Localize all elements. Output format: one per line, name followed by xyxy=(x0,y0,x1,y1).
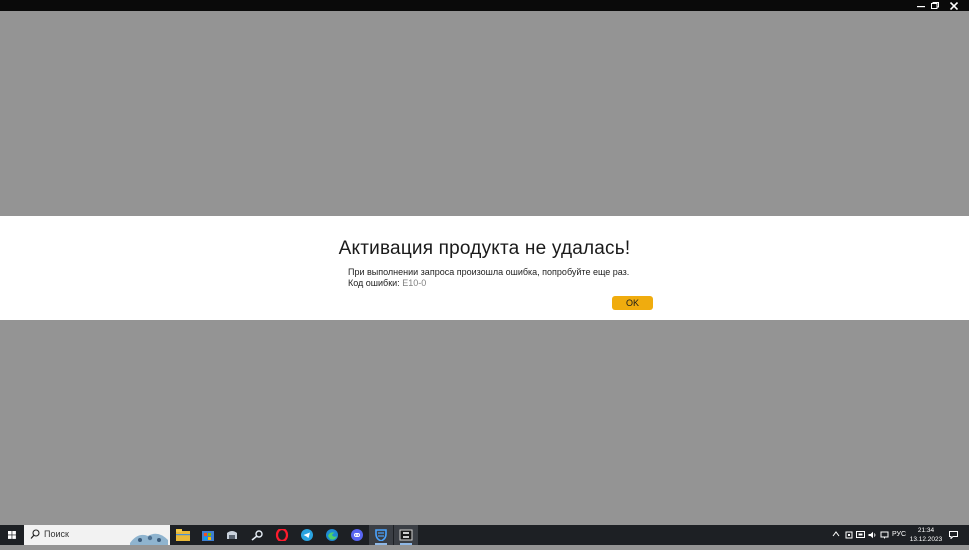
error-code-line: Код ошибки: E10-0 xyxy=(348,278,426,288)
close-icon[interactable] xyxy=(947,0,961,11)
shield-icon[interactable] xyxy=(369,525,393,545)
taskbar: Поиск РУС 21:34 13.12.2023 xyxy=(0,525,969,545)
error-code-label: Код ошибки: xyxy=(348,278,403,288)
opera-icon[interactable] xyxy=(270,525,294,545)
dialog-message: При выполнении запроса произошла ошибка,… xyxy=(348,267,630,277)
start-button[interactable] xyxy=(0,525,24,545)
minimize-icon[interactable] xyxy=(914,0,928,11)
restore-icon[interactable] xyxy=(928,0,942,11)
game-icon[interactable] xyxy=(394,525,418,545)
dialog-title: Активация продукта не удалась! xyxy=(338,238,631,259)
tray-overflow-icon[interactable] xyxy=(830,525,842,545)
network-icon[interactable] xyxy=(879,525,890,545)
search-placeholder: Поиск xyxy=(44,529,69,539)
error-dialog: Активация продукта не удалась! При выпол… xyxy=(0,216,969,320)
search-icon xyxy=(30,529,40,539)
ok-button[interactable]: OK xyxy=(612,296,653,310)
tray-app-icon[interactable] xyxy=(843,525,854,545)
notification-icon[interactable] xyxy=(946,525,960,545)
search-highlight-icon xyxy=(130,533,168,545)
title-bar xyxy=(0,0,969,11)
mail-icon[interactable] xyxy=(220,525,244,545)
clock-date: 13.12.2023 xyxy=(909,536,943,543)
clock-time: 21:34 xyxy=(917,527,935,534)
clock[interactable]: 21:34 13.12.2023 xyxy=(908,526,944,544)
windows-icon xyxy=(8,531,16,539)
tray-network-app-icon[interactable] xyxy=(855,525,866,545)
volume-icon[interactable] xyxy=(867,525,878,545)
edge-icon[interactable] xyxy=(320,525,344,545)
discord-icon[interactable] xyxy=(345,525,369,545)
telegram-icon[interactable] xyxy=(295,525,319,545)
store-icon[interactable] xyxy=(196,525,220,545)
taskbar-search[interactable]: Поиск xyxy=(24,525,170,545)
steam-icon[interactable] xyxy=(245,525,269,545)
error-code-value: E10-0 xyxy=(402,278,427,288)
file-explorer-icon[interactable] xyxy=(171,525,195,545)
language-indicator[interactable]: РУС xyxy=(891,525,907,545)
app-window: Активация продукта не удалась! При выпол… xyxy=(0,0,969,525)
